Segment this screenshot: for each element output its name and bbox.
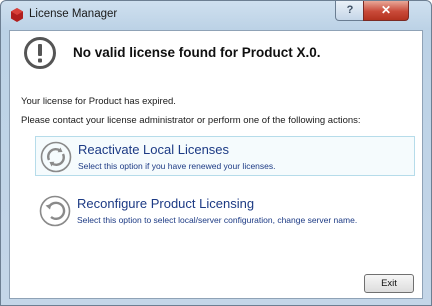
page-title: No valid license found for Product X.0. [73, 45, 321, 60]
license-manager-window: License Manager ? ✕ No valid license fou… [0, 0, 432, 306]
exclamation-circle-icon [24, 37, 56, 69]
reconfigure-licensing-option[interactable]: Reconfigure Product Licensing Select thi… [35, 191, 415, 231]
exit-button[interactable]: Exit [364, 274, 414, 293]
reactivate-option-title: Reactivate Local Licenses [78, 142, 230, 157]
reconfigure-option-title: Reconfigure Product Licensing [77, 196, 255, 211]
reactivate-circular-arrows-icon [40, 141, 72, 173]
reactivate-licenses-option[interactable]: Reactivate Local Licenses Select this op… [35, 136, 415, 176]
instructions-message: Please contact your license administrato… [21, 115, 361, 126]
window-title: License Manager [29, 8, 118, 20]
dialog-content: No valid license found for Product X.0. … [9, 30, 423, 299]
close-button[interactable]: ✕ [363, 1, 409, 21]
reactivate-option-description: Select this option if you have renewed y… [78, 161, 276, 171]
title-bar[interactable]: License Manager ? ✕ [1, 1, 431, 29]
expired-message: Your license for Product has expired. [21, 96, 176, 107]
app-icon [11, 8, 23, 22]
reconfigure-circular-arrow-icon [39, 195, 71, 227]
reconfigure-option-description: Select this option to select local/serve… [77, 215, 358, 225]
help-button[interactable]: ? [335, 1, 365, 21]
